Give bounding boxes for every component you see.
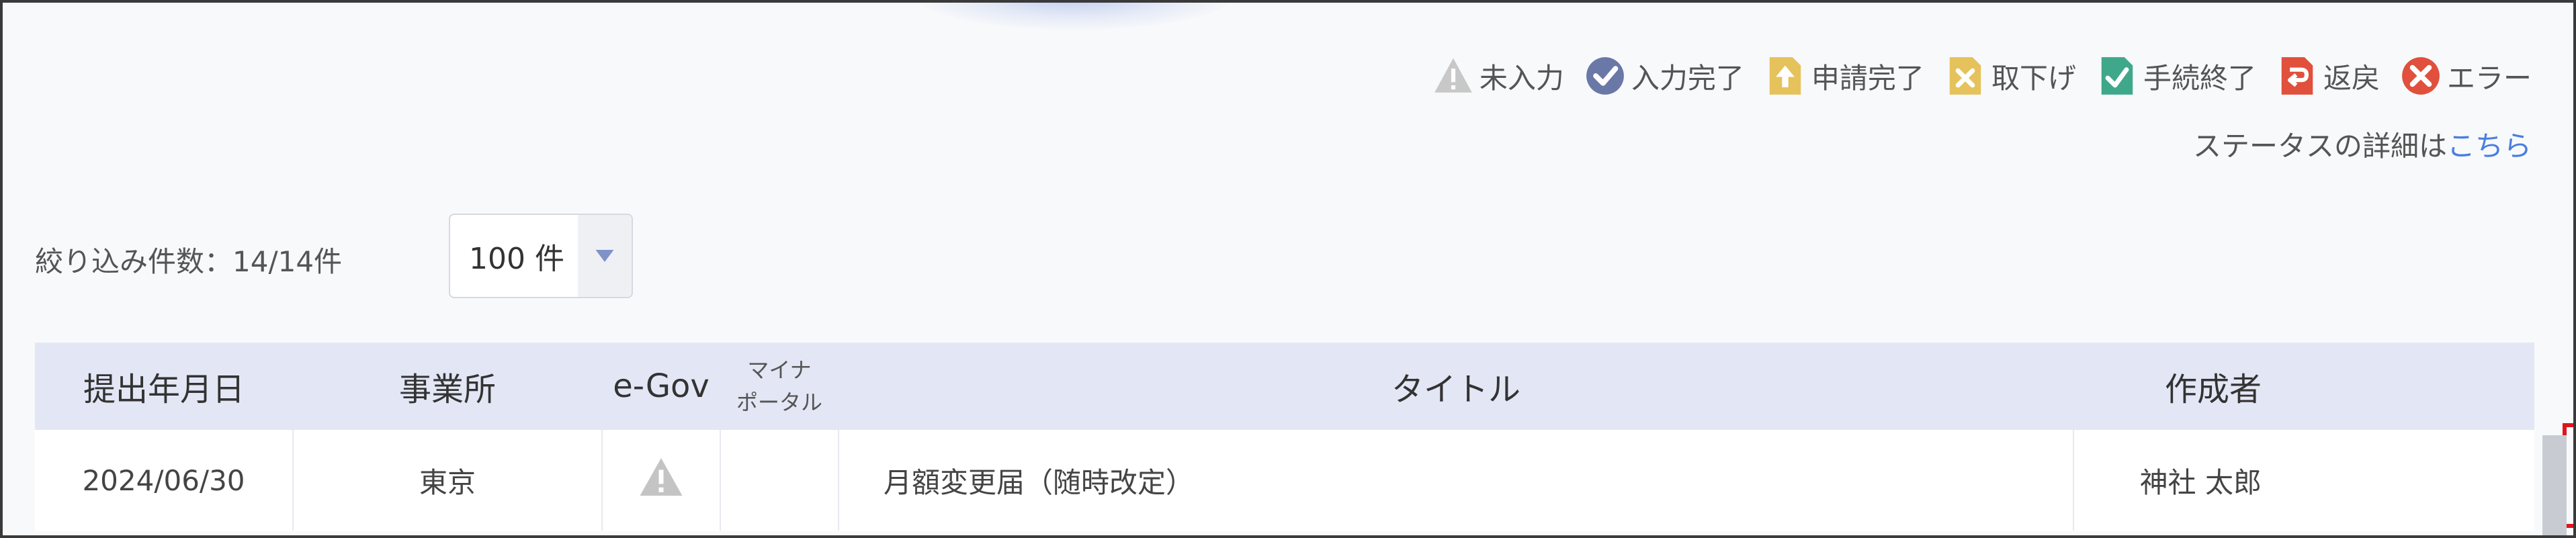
legend-label: 未入力 [1479, 61, 1564, 95]
table-row[interactable]: 2024/06/30 東京 月額変更届（随時改定） 神社 太郎 [35, 423, 2573, 531]
caret-down-icon[interactable] [578, 215, 632, 297]
scrollbar[interactable] [2542, 435, 2567, 535]
check-circle-icon [1586, 57, 1624, 95]
legend-label: エラー [2446, 61, 2532, 95]
legend-label: 入力完了 [1631, 61, 1744, 95]
cell-author: 神社 太郎 [2073, 430, 2262, 531]
cell-egov-status [602, 430, 721, 531]
complete-document-icon [2101, 57, 2133, 95]
page-size-select[interactable]: 100 件 [449, 214, 633, 298]
warning-triangle-icon [640, 458, 683, 496]
cell-office: 東京 [293, 430, 603, 531]
legend-item-returned: 返戻 [2276, 55, 2380, 97]
withdraw-document-icon [1949, 57, 1981, 95]
screenshot-frame: 未入力 入力完了 申請完了 取下げ 手続終了 返戻 エラー ステータスの詳細はこ… [0, 0, 2576, 538]
mynaportal-line1: マイナ [747, 357, 812, 383]
legend-item-submitted: 申請完了 [1764, 55, 1924, 97]
table-header-row: 提出年月日 事業所 e-Gov マイナ ポータル タイトル 作成者 [35, 343, 2534, 430]
column-header-title[interactable]: タイトル [839, 343, 2073, 430]
legend-item-error: エラー [2400, 55, 2532, 97]
legend-item-completed: 手続終了 [2096, 55, 2256, 97]
column-header-office[interactable]: 事業所 [293, 343, 602, 430]
mynaportal-line2: ポータル [736, 390, 822, 415]
status-detail-link[interactable]: こちら [2447, 130, 2532, 163]
warning-triangle-icon [1434, 58, 1472, 93]
column-header-egov[interactable]: e-Gov [602, 343, 720, 430]
cell-title[interactable]: 月額変更届（随時改定） [839, 430, 2074, 531]
legend-label: 返戻 [2323, 61, 2380, 95]
column-header-actions [2262, 343, 2534, 430]
legend-item-not-entered: 未入力 [1432, 55, 1564, 97]
legend-item-withdrawn: 取下げ [1944, 55, 2076, 97]
page-size-value: 100 件 [469, 242, 564, 276]
cell-actions [2262, 423, 2573, 531]
cell-mynaportal [720, 430, 839, 531]
upload-document-icon [1769, 57, 1801, 95]
column-header-mynaportal[interactable]: マイナ ポータル [720, 343, 839, 430]
return-document-icon [2281, 57, 2313, 95]
column-header-date[interactable]: 提出年月日 [35, 343, 293, 430]
status-legend: 未入力 入力完了 申請完了 取下げ 手続終了 返戻 エラー [1432, 55, 2532, 97]
cell-date: 2024/06/30 [35, 430, 294, 531]
error-circle-icon [2402, 57, 2440, 95]
legend-label: 申請完了 [1811, 61, 1924, 95]
status-detail-line: ステータスの詳細はこちら [2193, 124, 2532, 165]
column-header-author[interactable]: 作成者 [2073, 343, 2262, 430]
filter-count: 絞り込み件数：14/14件 [35, 245, 343, 278]
legend-item-entered: 入力完了 [1584, 55, 1744, 97]
legend-label: 取下げ [1991, 61, 2076, 95]
decorative-glow [916, 3, 1232, 30]
status-detail-text: ステータスの詳細は [2192, 130, 2447, 163]
submission-table: 提出年月日 事業所 e-Gov マイナ ポータル タイトル 作成者 2024/0… [35, 343, 2573, 531]
legend-label: 手続終了 [2143, 61, 2256, 95]
